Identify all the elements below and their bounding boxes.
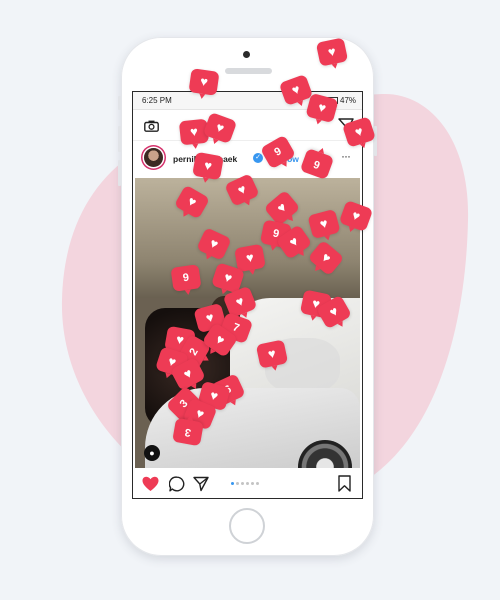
more-options-icon[interactable]: ··· xyxy=(341,149,351,163)
camera-icon[interactable] xyxy=(144,120,159,132)
action-bar xyxy=(133,472,362,498)
carousel-dot xyxy=(231,482,234,485)
like-badge: ♥ xyxy=(188,68,220,96)
share-icon[interactable] xyxy=(193,476,209,492)
verified-badge-icon: ✓ xyxy=(253,153,263,163)
carousel-dot xyxy=(251,482,254,485)
carousel-dot xyxy=(256,482,259,485)
like-badge: 3 xyxy=(172,417,204,447)
power-button xyxy=(374,126,377,156)
comment-icon[interactable] xyxy=(169,476,185,492)
avatar[interactable] xyxy=(144,148,163,167)
like-badge: 9 xyxy=(170,264,202,292)
mute-switch xyxy=(118,96,121,110)
battery-percent: 47% xyxy=(340,96,357,105)
status-time: 6:25 PM xyxy=(142,96,172,105)
volume-down-button xyxy=(118,160,121,186)
carousel-indicator xyxy=(231,482,261,486)
like-badge: ♥ xyxy=(192,151,224,181)
volume-up-button xyxy=(118,126,121,152)
carousel-dot xyxy=(236,482,239,485)
carousel-dot xyxy=(246,482,249,485)
bookmark-icon[interactable] xyxy=(338,475,351,492)
earpiece-speaker xyxy=(225,68,272,74)
user-tag-icon[interactable]: ● xyxy=(144,445,160,461)
carousel-dot xyxy=(241,482,244,485)
heart-icon[interactable] xyxy=(142,476,159,492)
front-camera xyxy=(243,51,250,58)
home-button[interactable] xyxy=(229,508,265,544)
